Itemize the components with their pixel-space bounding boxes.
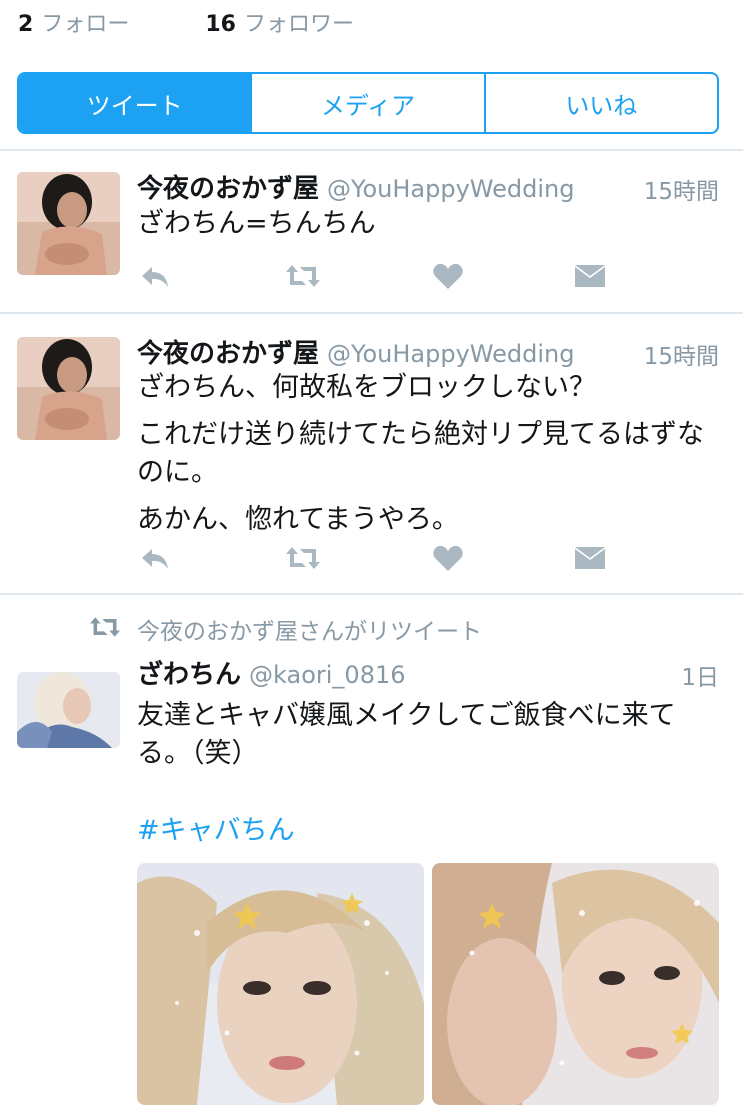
reply-icon[interactable]: [138, 541, 172, 575]
followers-count: 16: [205, 12, 236, 37]
tab-media[interactable]: メディア: [250, 74, 483, 132]
screen-name[interactable]: @YouHappyWedding: [327, 340, 574, 368]
followers-label: フォロワー: [243, 12, 354, 37]
tweet-text-line: これだけ送り続けてたら絶対リプ見てるはずなのに。: [137, 419, 704, 488]
following-count: 2: [18, 12, 34, 37]
tweet-header: ざわちん @kaori_0816: [137, 654, 406, 691]
retweeted-by-label[interactable]: 今夜のおかず屋さんがリツイート: [137, 612, 482, 646]
display-name[interactable]: ざわちん: [137, 660, 241, 690]
retweet-icon: [88, 612, 122, 642]
tweet-photo-1[interactable]: [137, 863, 424, 1105]
tab-tweets[interactable]: ツイート: [19, 74, 251, 132]
divider: [0, 312, 743, 314]
divider: [0, 149, 743, 151]
followers-link[interactable]: 16 フォロワー: [205, 12, 354, 37]
tweet-text: ざわちん=ちんちん: [137, 205, 717, 243]
tweet-text-line: 友達とキャバ嬢風メイクしてご飯食べに来てる。（笑）: [137, 700, 676, 769]
tab-likes[interactable]: いいね: [483, 74, 717, 132]
divider: [0, 593, 743, 595]
tweet-text: 友達とキャバ嬢風メイクしてご飯食べに来てる。（笑）: [137, 697, 712, 773]
dm-icon[interactable]: [573, 259, 607, 293]
tweet-header: 今夜のおかず屋 @YouHappyWedding: [137, 333, 574, 370]
tweet-text-line: ざわちん、何故私をブロックしない？: [137, 372, 596, 403]
tweet-photo-2[interactable]: [432, 863, 719, 1105]
hashtag-link[interactable]: #キャバちん: [137, 808, 295, 847]
following-label: フォロー: [41, 12, 130, 37]
display-name[interactable]: 今夜のおかず屋: [137, 174, 319, 204]
avatar[interactable]: [17, 172, 120, 275]
like-icon[interactable]: [431, 259, 465, 293]
tweet-text-line: あかん、惚れてまうやろ。: [137, 504, 459, 535]
screen-name[interactable]: @YouHappyWedding: [327, 175, 574, 203]
like-icon[interactable]: [431, 541, 465, 575]
tweet-time[interactable]: 1日: [681, 658, 719, 692]
dm-icon[interactable]: [573, 541, 607, 575]
tweet-time[interactable]: 15時間: [644, 337, 719, 371]
tweet-time[interactable]: 15時間: [644, 172, 719, 206]
avatar[interactable]: [17, 672, 120, 748]
retweet-icon[interactable]: [284, 541, 320, 575]
follow-stats: 2 フォロー 16 フォロワー: [18, 6, 354, 38]
retweet-icon[interactable]: [284, 259, 320, 293]
tweet-text-line: ざわちん=ちんちん: [137, 208, 376, 239]
tweet-header: 今夜のおかず屋 @YouHappyWedding: [137, 168, 574, 205]
following-link[interactable]: 2 フォロー: [18, 12, 136, 37]
tweet-text: ざわちん、何故私をブロックしない？ これだけ送り続けてたら絶対リプ見てるはずなの…: [137, 369, 717, 539]
display-name[interactable]: 今夜のおかず屋: [137, 339, 319, 369]
profile-tabs: ツイート メディア いいね: [17, 72, 719, 134]
avatar[interactable]: [17, 337, 120, 440]
screen-name[interactable]: @kaori_0816: [249, 661, 405, 689]
reply-icon[interactable]: [138, 259, 172, 293]
